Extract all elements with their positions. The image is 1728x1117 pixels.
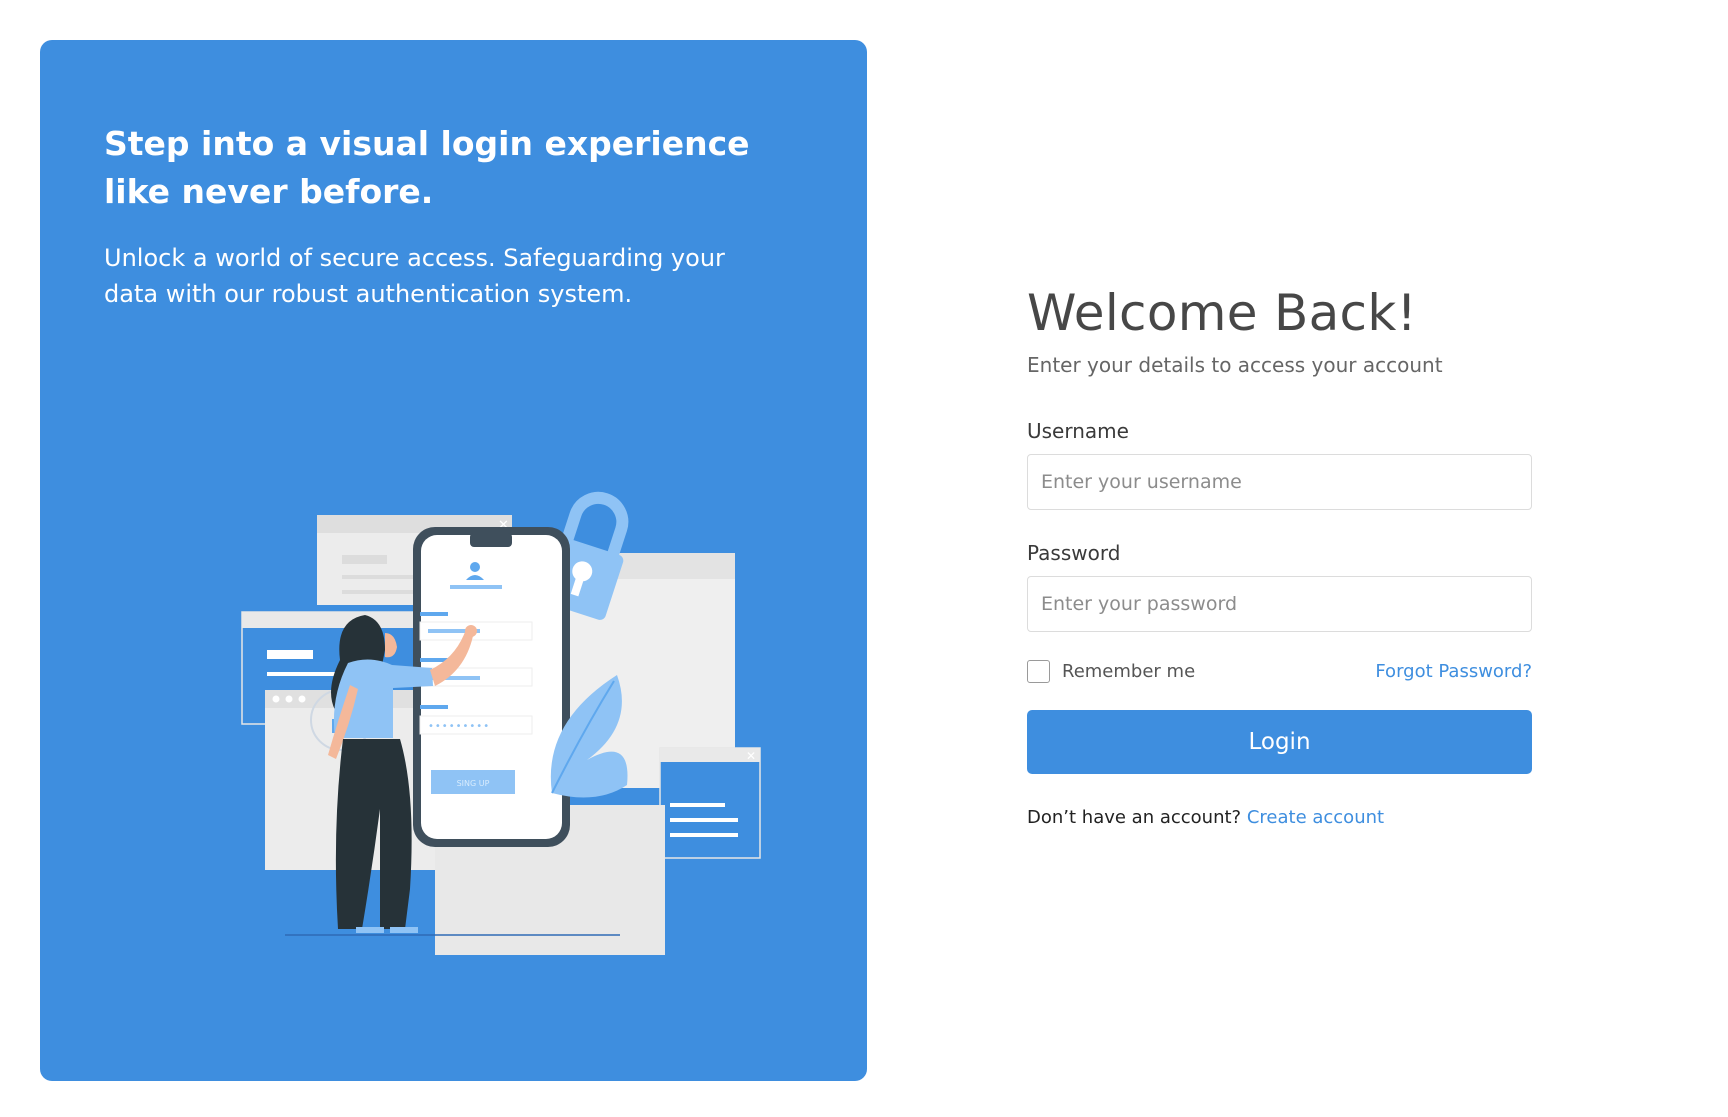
username-input[interactable] bbox=[1027, 454, 1532, 510]
browser-window-lower-right: ✕ bbox=[659, 747, 761, 859]
create-account-link[interactable]: Create account bbox=[1247, 807, 1384, 828]
password-label: Password bbox=[1027, 541, 1121, 565]
login-illustration: ✕ ✕ ••••••••• SING UP bbox=[241, 491, 761, 955]
forgot-password-link[interactable]: Forgot Password? bbox=[1375, 661, 1532, 682]
remember-me-label: Remember me bbox=[1062, 660, 1196, 682]
phone-mockup: ••••••••• SING UP bbox=[413, 527, 570, 847]
options-row: Remember me Forgot Password? bbox=[1027, 658, 1532, 684]
username-label: Username bbox=[1027, 419, 1129, 443]
hero-subtitle: Unlock a world of secure access. Safegua… bbox=[104, 244, 725, 308]
password-input[interactable] bbox=[1027, 576, 1532, 632]
svg-text:•••••••••: ••••••••• bbox=[428, 721, 490, 732]
signup-prompt: Don’t have an account? Create account bbox=[1027, 807, 1532, 828]
login-form: Welcome Back! Enter your details to acce… bbox=[1027, 282, 1532, 828]
login-button[interactable]: Login bbox=[1027, 710, 1532, 774]
hero-panel: Step into a visual login experience like… bbox=[40, 40, 867, 1081]
remember-me-checkbox[interactable] bbox=[1027, 659, 1050, 683]
signup-prompt-text: Don’t have an account? bbox=[1027, 807, 1242, 828]
login-page: Step into a visual login experience like… bbox=[0, 0, 1728, 1117]
illustration-signup-button: SING UP bbox=[457, 779, 490, 788]
svg-text:✕: ✕ bbox=[746, 749, 756, 763]
page-subtitle: Enter your details to access your accoun… bbox=[1027, 353, 1443, 377]
page-title: Welcome Back! bbox=[1027, 284, 1417, 342]
remember-me[interactable]: Remember me bbox=[1027, 659, 1196, 683]
hero-title: Step into a visual login experience like… bbox=[104, 124, 750, 211]
